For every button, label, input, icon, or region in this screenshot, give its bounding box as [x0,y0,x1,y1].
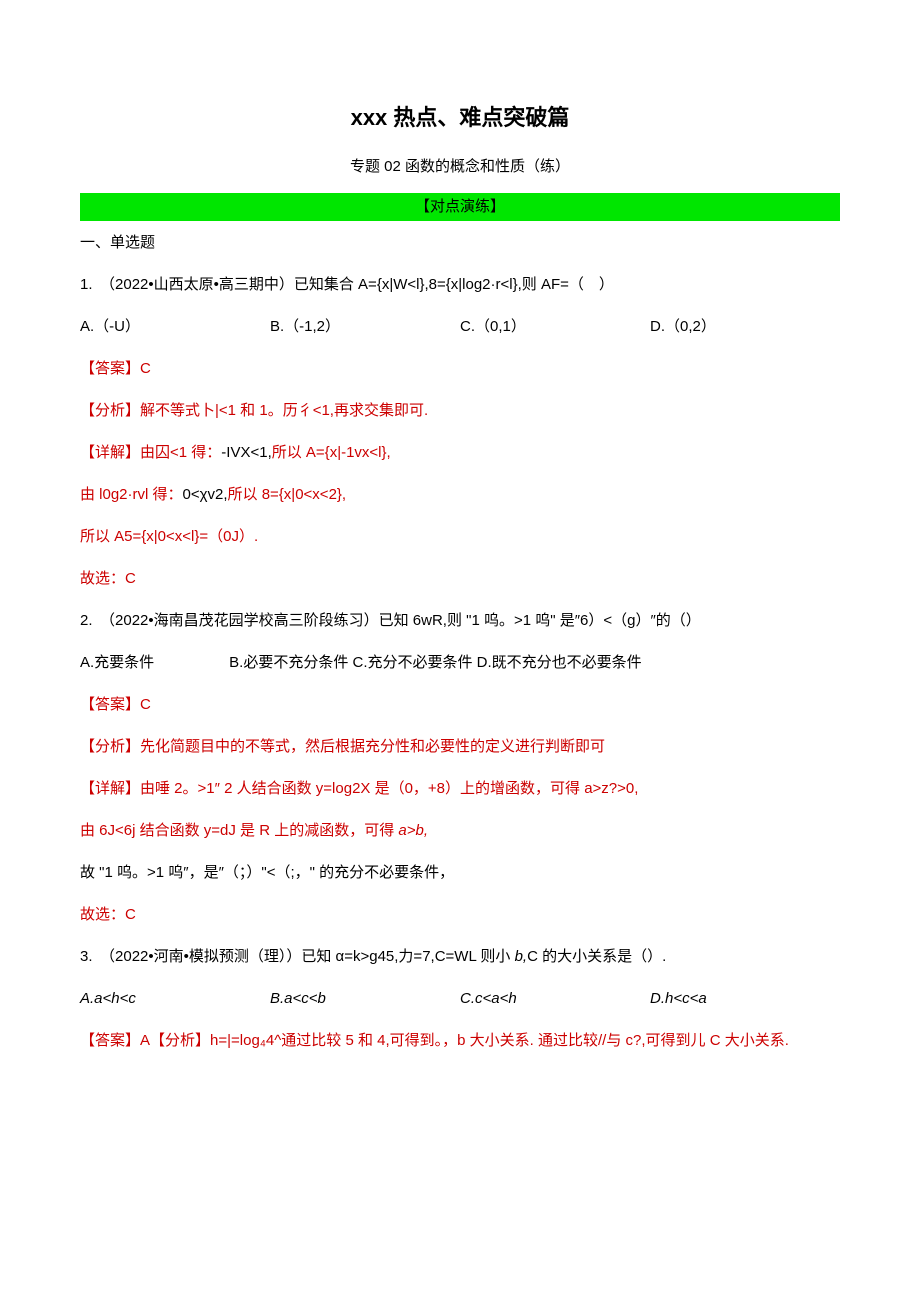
q3-options: A.a<h<c B.a<c<b C.c<a<h D.h<c<a [80,987,840,1011]
document-subtitle: 专题 02 函数的概念和性质（练） [80,155,840,179]
q3-opt-b: B.a<c<b [270,987,460,1011]
q3-analysis-label: 【分析】 [150,1032,210,1049]
q1-select: 故选：C [80,567,840,591]
q2-stem: 2. （2022•海南昌茂花园学校高三阶段练习）已知 6wR,则 "1 呜。>1… [80,609,840,633]
q1-options: A.（-U） B.（-1,2） C.（0,1） D.（0,2） [80,315,840,339]
section-banner: 【对点演练】 [80,193,840,221]
q1-detail-l1c: 所以 A={x|-1vx<l}, [272,444,391,461]
q1-detail-l1b: -IVX<1, [221,444,271,461]
q2-analysis-text: 先化简题目中的不等式，然后根据充分性和必要性的定义进行判断即可 [140,738,605,755]
q2-detail-line2: 由 6J<6j 结合函数 y=dJ 是 R 上的减函数，可得 a>b, [80,819,840,843]
q2-options: A.充要条件 B.必要不充分条件 C.充分不必要条件 D.既不充分也不必要条件 [80,651,840,675]
q1-detail-l2b: 0<χv2, [183,486,228,503]
q1-opt-d: D.（0,2） [650,315,840,339]
q2-analysis-label: 【分析】 [80,738,140,755]
q3-stem: 3. （2022•河南•模拟预测（理））已知 α=k>g45,力=7,C=WL … [80,945,840,969]
q1-answer: 【答案】C [80,357,840,381]
q1-detail-l2c: 所以 8={x|0<x<2}, [228,486,347,503]
q3-opt-c: C.c<a<h [460,987,650,1011]
q1-stem: 1. （2022•山西太原•高三期中）已知集合 A={x|W<l},8={x|l… [80,273,840,297]
q1-detail-line1: 【详解】由囚<1 得：-IVX<1,所以 A={x|-1vx<l}, [80,441,840,465]
q2-detail-l1a: 由唾 2。>1″ 2 人结 [140,780,267,797]
q1-analysis-label: 【分析】 [80,402,140,419]
q3-answer-analysis: 【答案】A【分析】h=|=log₄4^通过比较 5 和 4,可得到。，b 大小关… [80,1029,840,1053]
q2-detail-label: 【详解】 [80,780,140,797]
q2-detail-l2b: a>b, [398,822,428,839]
q2-answer: 【答案】C [80,693,840,717]
q3-stem-c: C 的大小关系是（）. [527,948,666,965]
q1-detail-l2a: 由 l0g2·rvl 得： [80,486,183,503]
q2-detail-l2a: 由 6J<6j 结合函数 y=dJ 是 R 上的减函数，可得 [80,822,398,839]
q1-opt-b: B.（-1,2） [270,315,460,339]
q3-opt-a: A.a<h<c [80,987,270,1011]
q2-detail-l3: 故 "1 呜。>1 呜″，是″（；）"<（;，" 的充分不必要条件， [80,864,454,881]
q3-stem-a: 3. （2022•河南•模拟预测（理））已知 α=k>g45,力=7,C=WL … [80,948,515,965]
q2-detail-line3: 故 "1 呜。>1 呜″，是″（；）"<（;，" 的充分不必要条件， [80,861,840,885]
q3-answer: 【答案】A [80,1032,150,1049]
q1-opt-a: A.（-U） [80,315,270,339]
q3-opt-d: D.h<c<a [650,987,840,1011]
q3-stem-b: b, [515,948,528,965]
document-title: xxx 热点、难点突破篇 [80,100,840,135]
section-heading: 一、单选题 [80,231,840,255]
q1-detail-line2: 由 l0g2·rvl 得：0<χv2,所以 8={x|0<x<2}, [80,483,840,507]
q2-analysis: 【分析】先化简题目中的不等式，然后根据充分性和必要性的定义进行判断即可 [80,735,840,759]
q2-detail-line1: 【详解】由唾 2。>1″ 2 人结合函数 y=log2X 是（0，+8）上的增函… [80,777,840,801]
q3-analysis-text: h=|=log₄4^通过比较 5 和 4,可得到。，b 大小关系. 通过比较//… [210,1032,789,1049]
q1-opt-c: C.（0,1） [460,315,650,339]
q1-analysis: 【分析】解不等式卜|<1 和 1。历彳<1,再求交集即可. [80,399,840,423]
q1-detail-label: 【详解】 [80,444,140,461]
q1-detail-l1a: 由囚<1 得： [140,444,221,461]
q2-select: 故选：C [80,903,840,927]
q1-analysis-text: 解不等式卜|<1 和 1。历彳<1,再求交集即可. [140,402,428,419]
q2-detail-l1b: 合函数 y=log2X 是（0，+8）上的增函数，可得 a>z?>0, [267,780,639,797]
q1-detail-line3: 所以 A5={x|0<x<l}=（0J）. [80,525,840,549]
